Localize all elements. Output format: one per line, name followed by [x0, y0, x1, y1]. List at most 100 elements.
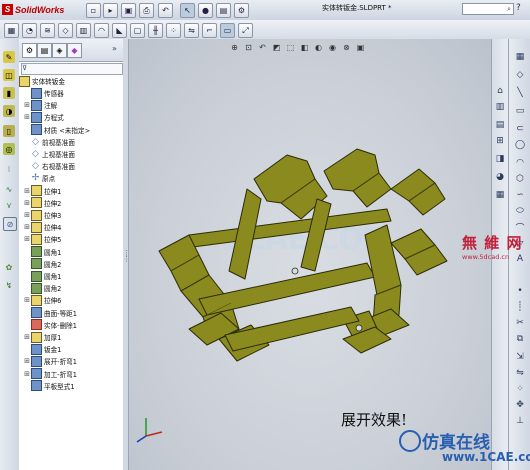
- tree-item[interactable]: ⊞ 拉伸2: [23, 197, 127, 209]
- smart-dimension-icon[interactable]: ◫: [3, 69, 15, 81]
- spline-icon[interactable]: ∽: [514, 189, 526, 201]
- reference-geometry-icon[interactable]: ⋎: [3, 199, 15, 211]
- new-icon[interactable]: ▫: [86, 3, 101, 18]
- chamfer-toolbar-icon[interactable]: ◣: [112, 23, 127, 38]
- design-library-icon[interactable]: ▥: [494, 101, 506, 113]
- move-icon[interactable]: ✥: [514, 399, 526, 411]
- expand-icon[interactable]: ⊞: [23, 333, 31, 341]
- circle-icon[interactable]: ◯: [514, 139, 526, 151]
- rib-toolbar-icon[interactable]: ╫: [148, 23, 163, 38]
- options-icon[interactable]: ⚙: [234, 3, 249, 18]
- pattern-sketch-icon[interactable]: ⁘: [514, 383, 526, 395]
- tree-item[interactable]: ⊞ 加厚1: [23, 331, 127, 343]
- property-tab[interactable]: ▤: [37, 43, 52, 58]
- arc-icon[interactable]: ◠: [514, 157, 526, 169]
- expand-icon[interactable]: ⊞: [23, 113, 31, 121]
- mirror-toolbar-icon[interactable]: ⇋: [184, 23, 199, 38]
- tree-item[interactable]: ⊞ 拉伸3: [23, 209, 127, 221]
- settings-gear-icon[interactable]: ✿: [3, 261, 15, 273]
- tree-item[interactable]: 曲面-等距1: [23, 307, 127, 319]
- cut-toolbar-icon[interactable]: ▥: [76, 23, 91, 38]
- appearances-icon[interactable]: ◕: [494, 171, 506, 183]
- tree-item[interactable]: ⊞ 拉伸6: [23, 294, 127, 306]
- tree-item[interactable]: 传感器: [23, 87, 127, 99]
- tree-item[interactable]: ⊞ 拉伸1: [23, 185, 127, 197]
- tree-item[interactable]: 材质 <未指定>: [23, 124, 127, 136]
- sweep-toolbar-icon[interactable]: ≋: [40, 23, 55, 38]
- tree-item[interactable]: ✢ 原点: [23, 172, 127, 184]
- line-icon[interactable]: ╲: [514, 87, 526, 99]
- tree-item[interactable]: ⊞ 方程式: [23, 111, 127, 123]
- revolve-toolbar-icon[interactable]: ◔: [22, 23, 37, 38]
- hole-wizard-icon[interactable]: ◎: [3, 143, 15, 155]
- expand-icon[interactable]: ⊞: [23, 235, 31, 243]
- search-library-icon[interactable]: ⊞: [494, 135, 506, 147]
- rectangle-icon[interactable]: ▭: [514, 105, 526, 117]
- expand-icon[interactable]: ⊞: [23, 357, 31, 365]
- sketch-toggle-icon[interactable]: ▦: [514, 51, 526, 63]
- feature-tree-tab[interactable]: ⚙: [22, 43, 37, 58]
- tree-item[interactable]: 圆角1: [23, 270, 127, 282]
- custom-properties-icon[interactable]: ▦: [494, 189, 506, 201]
- offset-icon[interactable]: ⧉: [514, 333, 526, 345]
- feature-filter[interactable]: ⊽: [21, 63, 123, 75]
- help-icon[interactable]: ?: [516, 3, 528, 15]
- pattern-toolbar-icon[interactable]: ⁘: [166, 23, 181, 38]
- file-explorer-icon[interactable]: ▤: [494, 119, 506, 131]
- display-manager-tab[interactable]: ◆: [67, 43, 82, 58]
- expand-panel-icon[interactable]: »: [112, 44, 117, 53]
- instant3d-icon[interactable]: ⊘: [3, 217, 17, 231]
- graphics-area[interactable]: ⊕ ⊡ ↶ ◩ ⬚ ◧ ◐ ◉ ⊗ ▣ 1CAE.COM: [129, 39, 491, 470]
- tree-item[interactable]: ⊞ 注解: [23, 99, 127, 111]
- file-properties-icon[interactable]: ▤: [216, 3, 231, 18]
- mirror-entities-icon[interactable]: ⇋: [514, 367, 526, 379]
- expand-icon[interactable]: ⊞: [23, 296, 31, 304]
- sketch-icon[interactable]: ✎: [3, 51, 15, 63]
- tree-item[interactable]: 实体-删除1: [23, 319, 127, 331]
- tree-item[interactable]: ⊞ 拉伸5: [23, 233, 127, 245]
- tree-item[interactable]: 钣金1: [23, 343, 127, 355]
- tree-item[interactable]: 圆角2: [23, 282, 127, 294]
- print-icon[interactable]: ⎙: [139, 3, 154, 18]
- tree-item[interactable]: ◇ 前视基准面: [23, 136, 127, 148]
- select-icon[interactable]: ↖: [180, 3, 195, 18]
- save-icon[interactable]: ▣: [121, 3, 136, 18]
- point-icon[interactable]: •: [514, 285, 526, 297]
- revolve-icon[interactable]: ◑: [3, 105, 15, 117]
- tree-item[interactable]: 圆角1: [23, 246, 127, 258]
- undo-icon[interactable]: ↶: [158, 3, 173, 18]
- view-palette-icon[interactable]: ◨: [494, 153, 506, 165]
- expand-icon[interactable]: ⊞: [23, 370, 31, 378]
- loft-toolbar-icon[interactable]: ◇: [58, 23, 73, 38]
- flatten-toolbar-icon[interactable]: ▭: [220, 23, 235, 38]
- configuration-tab[interactable]: ◈: [52, 43, 67, 58]
- fillet-toolbar-icon[interactable]: ◠: [94, 23, 109, 38]
- expand-icon[interactable]: ⊞: [23, 223, 31, 231]
- expand-icon[interactable]: ⊞: [23, 199, 31, 207]
- rebuild-icon[interactable]: ●: [198, 3, 213, 18]
- centerline-icon[interactable]: ┊: [514, 301, 526, 313]
- tree-item[interactable]: ◇ 右视基准面: [23, 160, 127, 172]
- expand-icon[interactable]: ⊞: [23, 101, 31, 109]
- linear-pattern-icon[interactable]: ⁝: [3, 163, 15, 175]
- solidworks-logo[interactable]: S SolidWorks: [2, 1, 84, 18]
- slot-icon[interactable]: ⊂: [514, 123, 526, 135]
- convert-icon[interactable]: ⇲: [514, 351, 526, 363]
- tree-item[interactable]: 平板型式1: [23, 380, 127, 392]
- rebuild-arrow-icon[interactable]: ↯: [3, 279, 15, 291]
- sheetmetal-toolbar-icon[interactable]: ⌐: [202, 23, 217, 38]
- tree-root[interactable]: 实体转钣金: [19, 75, 123, 87]
- cut-extrude-icon[interactable]: ▯: [3, 125, 15, 137]
- unfold-toolbar-icon[interactable]: ⤢: [238, 23, 253, 38]
- tree-item[interactable]: ⊞ 拉伸4: [23, 221, 127, 233]
- tree-item[interactable]: ⊞ 加工-折弯1: [23, 368, 127, 380]
- splitter-grip-icon[interactable]: ⋮ ⋮: [123, 250, 130, 268]
- curves-icon[interactable]: ∿: [3, 183, 15, 195]
- boss-extrude-icon[interactable]: ▮: [3, 87, 15, 99]
- expand-icon[interactable]: ⊞: [23, 187, 31, 195]
- search-input[interactable]: ⌕: [462, 3, 514, 15]
- trim-icon[interactable]: ✂: [514, 317, 526, 329]
- polygon-icon[interactable]: ⬡: [514, 173, 526, 185]
- open-icon[interactable]: ▸: [103, 3, 118, 18]
- tree-item[interactable]: 圆角2: [23, 258, 127, 270]
